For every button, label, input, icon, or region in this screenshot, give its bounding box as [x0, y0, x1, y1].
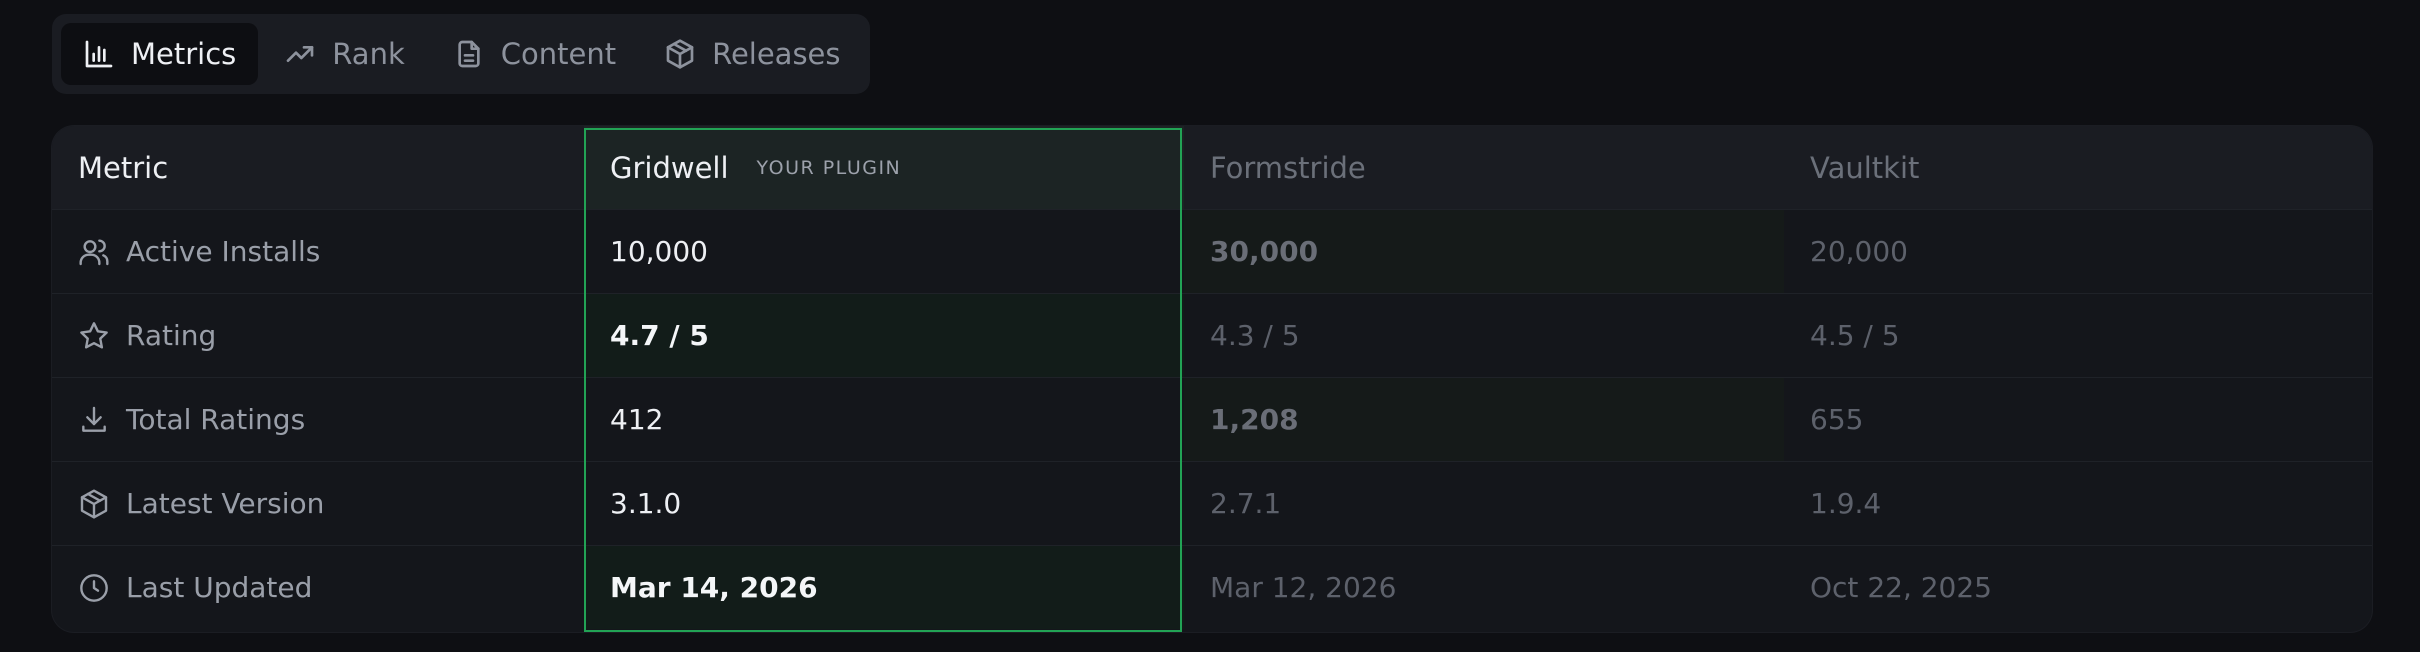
plugin-value: 3.1.0: [610, 487, 682, 520]
your-plugin-badge: YOUR PLUGIN: [756, 156, 902, 179]
table-row: Latest Version 3.1.0 2.7.1 1.9.4: [52, 462, 2372, 546]
metric-cell: Latest Version: [52, 462, 584, 545]
table-row: Rating 4.7 / 5 4.3 / 5 4.5 / 5: [52, 294, 2372, 378]
table-row: Total Ratings 412 1,208 655: [52, 378, 2372, 462]
header-plugin: Gridwell YOUR PLUGIN: [584, 126, 1184, 209]
users-icon: [79, 238, 109, 265]
package-icon: [80, 488, 108, 519]
competitor-1-value: 1,208: [1184, 378, 1784, 461]
plugin-name: Gridwell: [610, 150, 729, 185]
metric-label: Total Ratings: [126, 403, 306, 436]
competitor-1-value: Mar 12, 2026: [1210, 571, 1397, 604]
competitor-2-value: 655: [1810, 403, 1864, 436]
tab-bar: Metrics Rank Content Releases: [52, 14, 870, 94]
header-metric: Metric: [78, 150, 169, 185]
package-icon: [666, 39, 694, 69]
tab-label: Releases: [712, 37, 841, 71]
star-icon: [80, 321, 108, 349]
header-competitor-2: Vaultkit: [1810, 150, 1920, 185]
trending-up-icon: [286, 45, 314, 62]
metric-cell: Total Ratings: [52, 378, 584, 461]
competitor-2-value: Oct 22, 2025: [1810, 571, 1992, 604]
tab-label: Content: [500, 37, 617, 71]
tab-releases[interactable]: Releases: [642, 23, 862, 85]
competitor-1-value: 4.3 / 5: [1210, 319, 1300, 352]
plugin-value: Mar 14, 2026: [584, 546, 1184, 629]
plugin-value: 412: [610, 403, 664, 436]
tab-content[interactable]: Content: [431, 23, 638, 85]
tab-label: Metrics: [131, 37, 237, 71]
table-row: Active Installs 10,000 30,000 20,000: [52, 210, 2372, 294]
metric-label: Rating: [126, 319, 217, 352]
download-icon: [82, 406, 106, 432]
competitor-1-value: 2.7.1: [1210, 487, 1282, 520]
tab-rank[interactable]: Rank: [262, 23, 426, 85]
table-header: Metric Gridwell YOUR PLUGIN Formstride V…: [52, 126, 2372, 210]
tab-label: Rank: [332, 37, 405, 71]
comparison-table: Metric Gridwell YOUR PLUGIN Formstride V…: [52, 126, 2372, 632]
metric-label: Last Updated: [126, 571, 313, 604]
metric-label: Active Installs: [126, 235, 321, 268]
competitor-2-value: 4.5 / 5: [1810, 319, 1900, 352]
header-competitor-1: Formstride: [1210, 150, 1366, 185]
tab-metrics[interactable]: Metrics: [61, 23, 259, 85]
competitor-2-value: 1.9.4: [1810, 487, 1882, 520]
document-icon: [458, 40, 480, 68]
metric-cell: Last Updated: [52, 546, 584, 629]
plugin-value: 10,000: [610, 235, 708, 268]
metric-cell: Active Installs: [52, 210, 584, 293]
metric-cell: Rating: [52, 294, 584, 377]
table-row: Last Updated Mar 14, 2026 Mar 12, 2026 O…: [52, 546, 2372, 630]
plugin-value: 4.7 / 5: [584, 294, 1184, 377]
clock-icon: [80, 573, 108, 602]
competitor-2-value: 20,000: [1810, 235, 1908, 268]
bar-chart-icon: [85, 40, 113, 68]
competitor-1-value: 30,000: [1184, 210, 1784, 293]
metric-label: Latest Version: [126, 487, 325, 520]
